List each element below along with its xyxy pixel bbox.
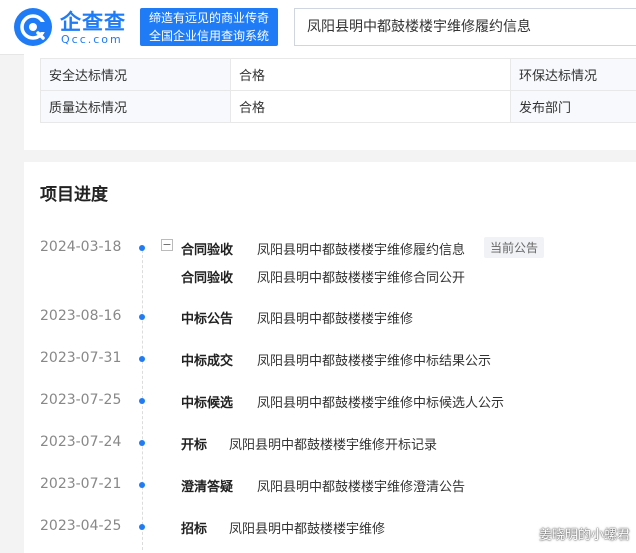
search-input[interactable]: 凤阳县明中都鼓楼楼宇维修履约信息 [294, 8, 636, 46]
item-date: 2023-07-21 [40, 476, 122, 492]
compliance-info-card: 安全达标情况 合格 环保达标情况 质量达标情况 合格 发布部门 [24, 54, 636, 150]
item-stage: 中标成交 [181, 354, 234, 369]
timeline-item: 2023-07-25 中标候选 凤阳县明中都鼓楼楼宇维修中标候选人公示 [24, 389, 636, 413]
table-row: 质量达标情况 合格 发布部门 [40, 90, 636, 123]
timeline-dot-icon [139, 356, 145, 362]
quality-label: 质量达标情况 [40, 90, 231, 123]
item-stage: 合同验收 [181, 243, 234, 258]
section-title: 项目进度 [40, 185, 108, 205]
timeline-dot-icon [139, 314, 145, 320]
safety-value: 合格 [230, 58, 511, 91]
environment-label: 环保达标情况 [510, 58, 636, 91]
item-title-link[interactable]: 凤阳县明中都鼓楼楼宇维修合同公开 [257, 267, 465, 286]
item-stage: 中标公告 [181, 312, 234, 327]
item-stage: 澄清答疑 [181, 480, 234, 495]
timeline-item: 2024-03-18 − 合同验收 凤阳县明中都鼓楼楼宇维修履约信息 当前公告 [24, 236, 636, 260]
item-stage: 开标 [181, 438, 208, 453]
current-notice-badge: 当前公告 [484, 237, 545, 258]
quality-value: 合格 [230, 90, 511, 123]
item-stage: 中标候选 [181, 396, 234, 411]
item-date: 2024-03-18 [40, 239, 122, 255]
item-title-link[interactable]: 凤阳县明中都鼓楼楼宇维修 [257, 308, 413, 327]
item-stage: 招标 [181, 522, 208, 537]
timeline-dot-icon [139, 524, 145, 530]
item-title-link[interactable]: 凤阳县明中都鼓楼楼宇维修 [229, 518, 385, 537]
slogan-line-1: 缔造有远见的商业传奇 [148, 11, 269, 25]
timeline-item: 2023-07-24 开标 凤阳县明中都鼓楼楼宇维修开标记录 [24, 431, 636, 455]
qcc-logo-icon[interactable] [14, 8, 52, 46]
item-date: 2023-08-16 [40, 308, 122, 324]
item-date: 2023-07-25 [40, 392, 122, 408]
item-date: 2023-04-25 [40, 518, 122, 534]
slogan-line-2: 全国企业信用查询系统 [148, 29, 269, 43]
timeline-dot-icon [139, 245, 145, 251]
table-row: 安全达标情况 合格 环保达标情况 [40, 58, 636, 91]
timeline-item: 2023-08-16 中标公告 凤阳县明中都鼓楼楼宇维修 [24, 305, 636, 329]
timeline-item: 2023-07-21 澄清答疑 凤阳县明中都鼓楼楼宇维修澄清公告 [24, 473, 636, 497]
item-title-link[interactable]: 凤阳县明中都鼓楼楼宇维修开标记录 [229, 434, 437, 453]
slogan-banner: 缔造有远见的商业传奇 全国企业信用查询系统 [140, 8, 278, 46]
item-title-link[interactable]: 凤阳县明中都鼓楼楼宇维修澄清公告 [257, 476, 465, 495]
logo-name[interactable]: 企查查 [60, 6, 126, 36]
timeline-dot-icon [139, 440, 145, 446]
timeline-item: 2023-07-31 中标成交 凤阳县明中都鼓楼楼宇维修中标结果公示 [24, 347, 636, 371]
item-date: 2023-07-31 [40, 350, 122, 366]
compliance-table: 安全达标情况 合格 环保达标情况 质量达标情况 合格 发布部门 [40, 58, 636, 123]
project-progress-card: 项目进度 2024-03-18 − 合同验收 凤阳县明中都鼓楼楼宇维修履约信息 … [24, 162, 636, 553]
item-stage: 合同验收 [181, 271, 234, 286]
watermark: 姜晓明的小螺君 [538, 528, 630, 543]
collapse-icon[interactable]: − [161, 239, 173, 251]
top-header: 企查查 Qcc.com 缔造有远见的商业传奇 全国企业信用查询系统 凤阳县明中都… [0, 0, 636, 55]
item-title-link[interactable]: 凤阳县明中都鼓楼楼宇维修中标结果公示 [257, 350, 491, 369]
item-title-link[interactable]: 凤阳县明中都鼓楼楼宇维修中标候选人公示 [257, 392, 504, 411]
item-title-link[interactable]: 凤阳县明中都鼓楼楼宇维修履约信息 [257, 239, 465, 258]
timeline-dot-icon [139, 398, 145, 404]
logo-domain: Qcc.com [61, 33, 123, 46]
safety-label: 安全达标情况 [40, 58, 231, 91]
publisher-label: 发布部门 [510, 90, 636, 123]
item-date: 2023-07-24 [40, 434, 122, 450]
timeline-dot-icon [139, 482, 145, 488]
timeline-item: 合同验收 凤阳县明中都鼓楼楼宇维修合同公开 [24, 264, 636, 288]
